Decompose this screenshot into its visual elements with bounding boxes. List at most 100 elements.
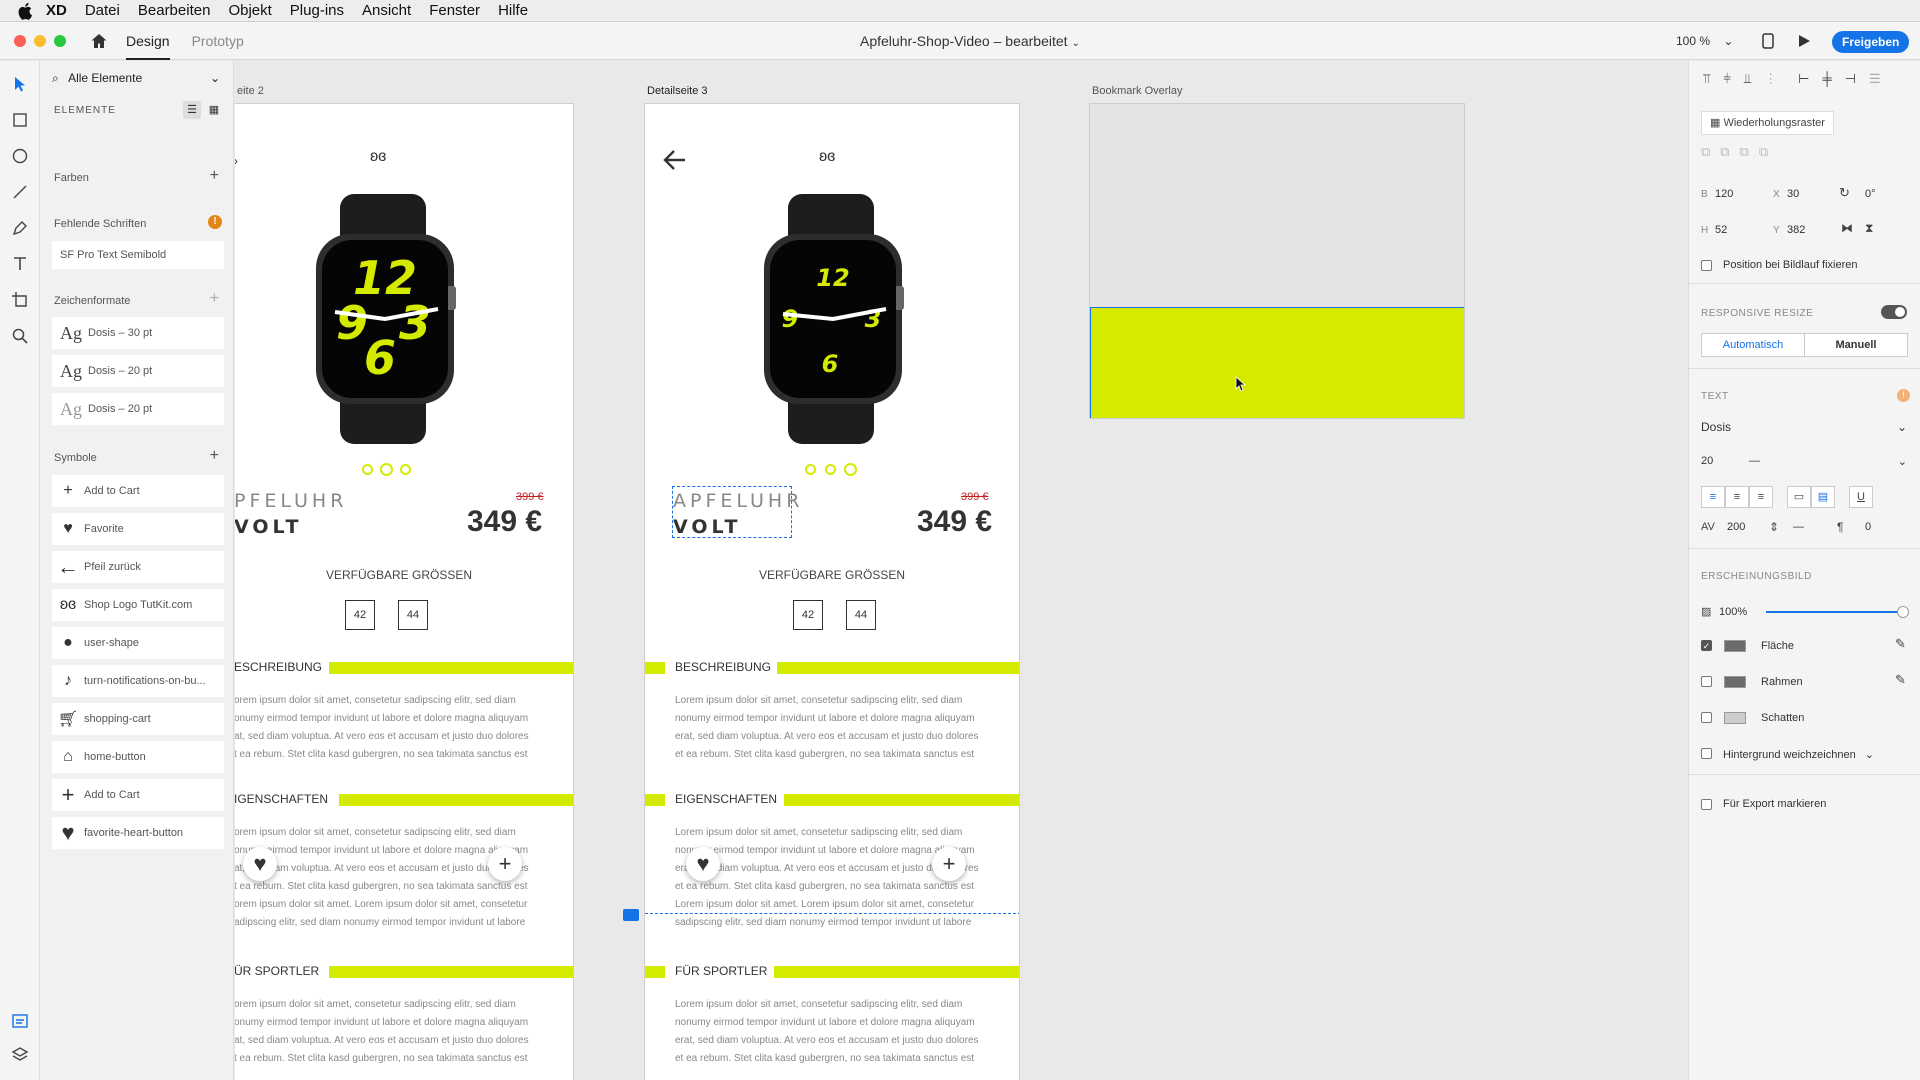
favorite-heart-button[interactable]: ♥: [686, 847, 720, 881]
favorite-heart-button[interactable]: ♥: [243, 847, 277, 881]
exclude-icon[interactable]: ⧉: [1759, 144, 1768, 160]
symbol-item[interactable]: ♥ Favorite: [52, 513, 224, 545]
design-canvas[interactable]: eite 2 Detailseite 3 Bookmark Overlay › …: [235, 61, 1688, 1080]
eyedropper-icon[interactable]: ✎: [1895, 672, 1906, 688]
x-field[interactable]: 30: [1787, 188, 1799, 200]
export-checkbox[interactable]: [1701, 799, 1712, 810]
menu-plugins[interactable]: Plug-ins: [290, 2, 344, 19]
size-option[interactable]: 42: [793, 600, 823, 630]
symbol-item[interactable]: + Add to Cart: [52, 779, 224, 811]
close-window-button[interactable]: [14, 34, 26, 47]
font-size-row[interactable]: 20 — ⌄: [1701, 455, 1907, 468]
repeat-grid-button[interactable]: ▦ Wiederholungsraster: [1701, 111, 1834, 135]
carousel-dot[interactable]: [380, 463, 393, 476]
shadow-swatch[interactable]: [1724, 712, 1746, 724]
align-text-right-icon[interactable]: ≡: [1749, 486, 1773, 508]
symbol-item[interactable]: ♪ turn-notifications-on-bu...: [52, 665, 224, 697]
auto-width-icon[interactable]: ▭: [1787, 486, 1811, 508]
line-tool-icon[interactable]: [11, 183, 29, 201]
fix-scroll-checkbox[interactable]: [1701, 260, 1712, 271]
width-field[interactable]: 120: [1715, 188, 1733, 200]
height-field[interactable]: 52: [1715, 224, 1727, 236]
assets-panel-icon[interactable]: [11, 1012, 29, 1030]
artboard-detail-3[interactable]: ʚɞ 12 9 6 3 APFELUHR VOLT 399 € 349 € VE…: [644, 103, 1020, 1080]
pen-tool-icon[interactable]: [11, 219, 29, 237]
symbol-item[interactable]: + Add to Cart: [52, 475, 224, 507]
align-right-icon[interactable]: ⊣: [1845, 71, 1856, 87]
font-family-select[interactable]: Dosis ⌄: [1701, 420, 1907, 434]
align-bottom-icon[interactable]: ⫫: [1744, 71, 1751, 87]
size-option[interactable]: 44: [398, 600, 428, 630]
layers-panel-icon[interactable]: [11, 1046, 29, 1064]
distribute-vertical-icon[interactable]: ⋮: [1764, 71, 1777, 87]
add-to-cart-button[interactable]: +: [932, 847, 966, 881]
rectangle-tool-icon[interactable]: [11, 111, 29, 129]
zoom-window-button[interactable]: [54, 34, 66, 47]
grid-view-icon[interactable]: ▦: [205, 101, 223, 119]
symbol-item[interactable]: ⌂ home-button: [52, 741, 224, 773]
add-color-icon[interactable]: +: [210, 167, 219, 185]
artboard-bookmark-overlay[interactable]: [1089, 103, 1465, 419]
menu-bearbeiten[interactable]: Bearbeiten: [138, 2, 211, 19]
symbol-item[interactable]: ● user-shape: [52, 627, 224, 659]
align-center-icon[interactable]: ╪: [1822, 71, 1831, 87]
carousel-dot[interactable]: [805, 464, 816, 475]
text-tool-icon[interactable]: [11, 255, 29, 273]
zoom-tool-icon[interactable]: [11, 327, 29, 345]
symbol-item[interactable]: ← Pfeil zurück: [52, 551, 224, 583]
char-style-item[interactable]: Ag Dosis – 20 pt: [52, 393, 224, 425]
add-symbol-icon[interactable]: +: [210, 447, 219, 465]
symbol-item[interactable]: ʚɞ Shop Logo TutKit.com: [52, 589, 224, 621]
y-field[interactable]: 382: [1787, 224, 1805, 236]
fixed-size-icon[interactable]: ▤: [1811, 486, 1835, 508]
char-style-item[interactable]: Ag Dosis – 20 pt: [52, 355, 224, 387]
opacity-slider[interactable]: [1766, 611, 1904, 613]
add-to-cart-button[interactable]: +: [488, 847, 522, 881]
bg-blur-checkbox[interactable]: [1701, 748, 1712, 759]
apple-icon[interactable]: [16, 1, 36, 21]
list-view-icon[interactable]: ☰: [183, 101, 201, 119]
bookmark-green-rect[interactable]: [1090, 307, 1464, 418]
menu-hilfe[interactable]: Hilfe: [498, 2, 528, 19]
intersect-icon[interactable]: ⧉: [1740, 144, 1749, 160]
tab-prototype[interactable]: Prototyp: [192, 22, 244, 60]
carousel-dot[interactable]: [844, 463, 857, 476]
play-icon[interactable]: [1797, 34, 1811, 48]
paragraph-spacing-field[interactable]: 0: [1865, 521, 1871, 533]
home-icon[interactable]: [90, 32, 108, 50]
fill-checkbox[interactable]: ✓: [1701, 640, 1712, 651]
align-middle-icon[interactable]: ⫩: [1723, 71, 1730, 87]
artboard-label-detail-3[interactable]: Detailseite 3: [647, 85, 708, 97]
ellipse-tool-icon[interactable]: [11, 147, 29, 165]
size-option[interactable]: 44: [846, 600, 876, 630]
responsive-toggle[interactable]: [1881, 305, 1907, 319]
fill-swatch[interactable]: [1724, 640, 1746, 652]
align-top-icon[interactable]: ⫪: [1703, 71, 1710, 87]
menu-app-name[interactable]: XD: [46, 2, 67, 19]
fixed-scroll-handle[interactable]: [623, 909, 639, 921]
menu-objekt[interactable]: Objekt: [228, 2, 271, 19]
zoom-select[interactable]: 100 % ⌄: [1676, 34, 1733, 48]
align-left-icon[interactable]: ⊢: [1798, 71, 1809, 87]
add-char-style-icon[interactable]: +: [210, 290, 219, 308]
minimize-window-button[interactable]: [34, 34, 46, 47]
union-icon[interactable]: ⧉: [1701, 144, 1710, 160]
border-checkbox[interactable]: [1701, 676, 1712, 687]
flip-vertical-icon[interactable]: ⧗: [1865, 221, 1873, 236]
line-spacing-field[interactable]: —: [1793, 521, 1804, 533]
assets-filter[interactable]: ⌕ Alle Elemente ⌄: [52, 71, 224, 91]
back-arrow-icon[interactable]: [663, 149, 687, 171]
share-button[interactable]: Freigeben: [1832, 31, 1910, 53]
carousel-dot[interactable]: [362, 464, 373, 475]
carousel-dot[interactable]: [825, 464, 836, 475]
document-title[interactable]: Apfeluhr-Shop-Video – bearbeitet ⌄: [860, 33, 1080, 49]
tracking-field[interactable]: 200: [1727, 521, 1745, 533]
distribute-horizontal-icon[interactable]: ☰: [1869, 71, 1881, 87]
opacity-field[interactable]: 100%: [1719, 606, 1747, 618]
char-style-item[interactable]: Ag Dosis – 30 pt: [52, 317, 224, 349]
rotation-field[interactable]: 0°: [1865, 188, 1876, 200]
artboard-page-2[interactable]: › ʚɞ 12 9 6 3 PFELUHR VOLT 399 € 349 € V…: [235, 103, 574, 1080]
text-selection-box[interactable]: [672, 486, 792, 538]
menu-ansicht[interactable]: Ansicht: [362, 2, 411, 19]
shadow-checkbox[interactable]: [1701, 712, 1712, 723]
